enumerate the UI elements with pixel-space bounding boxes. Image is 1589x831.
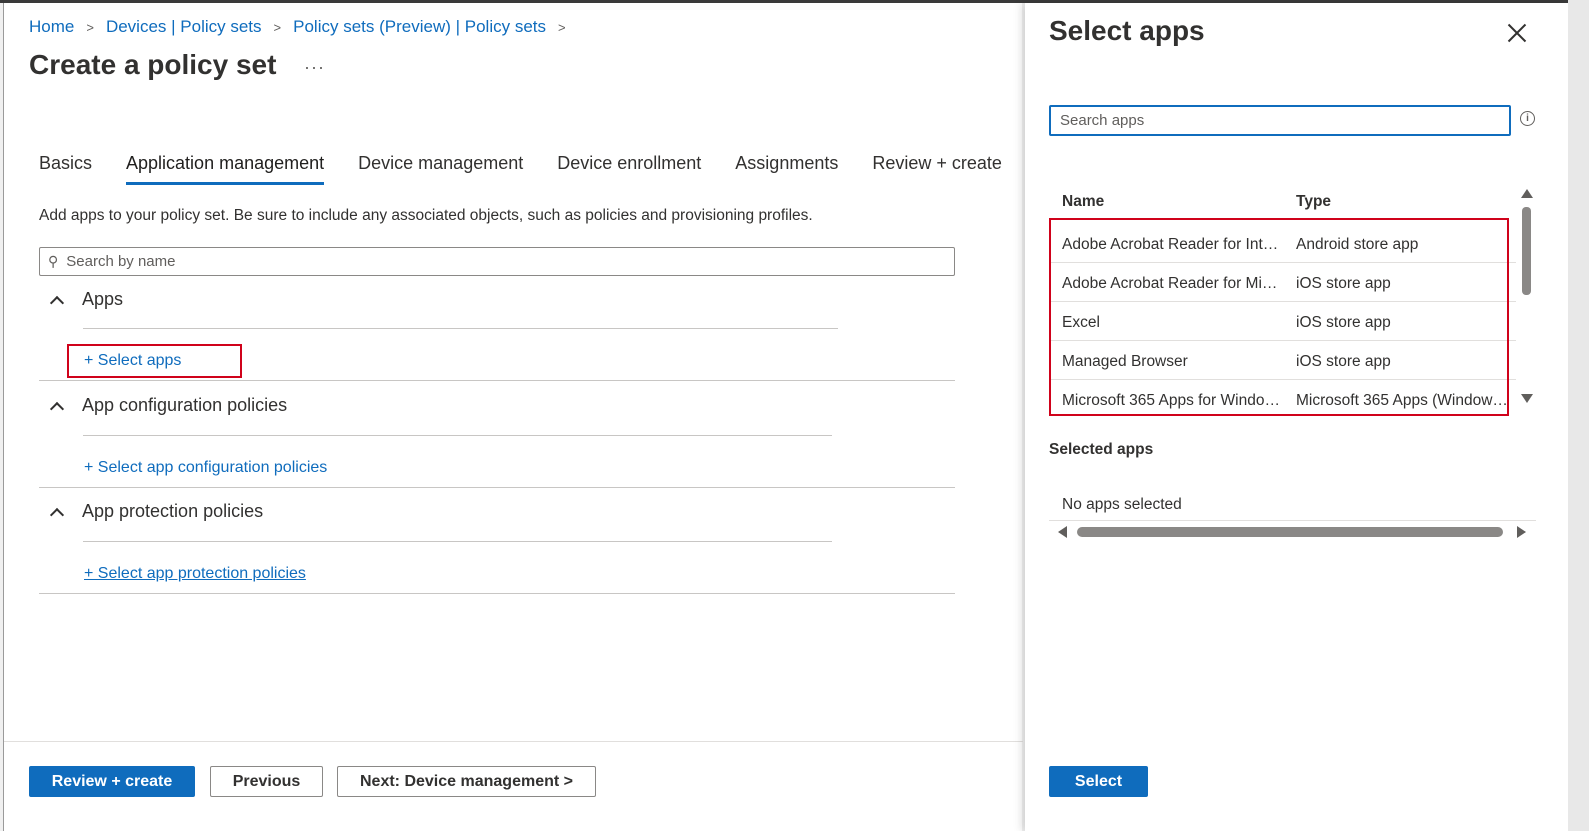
tab-assignments[interactable]: Assignments [735,153,838,185]
section-app-config-header[interactable]: App configuration policies [49,395,288,416]
search-icon: ⚲ [48,253,59,269]
search-apps-field [1049,105,1511,136]
breadcrumb-policy-sets-preview[interactable]: Policy sets (Preview) | Policy sets [293,17,546,37]
section-apps-header[interactable]: Apps [49,289,124,310]
selected-apps-heading: Selected apps [1049,441,1154,458]
breadcrumb-separator-icon: > [558,19,566,35]
chevron-up-icon [49,295,65,310]
close-icon[interactable] [1507,23,1527,43]
section-app-protection-header[interactable]: App protection policies [49,501,264,522]
tab-basics[interactable]: Basics [39,153,92,185]
section-app-protection-title: App protection policies [82,501,264,521]
breadcrumb-separator-icon: > [86,19,94,35]
divider [39,487,955,488]
divider [83,328,838,329]
search-by-name-input[interactable] [66,253,927,270]
tab-device-enrollment[interactable]: Device enrollment [557,153,701,185]
panel-title: Select apps [1049,15,1205,46]
divider [39,593,955,594]
search-apps-input[interactable] [1060,112,1500,129]
tab-description: Add apps to your policy set. Be sure to … [39,207,813,224]
breadcrumb-devices-policy-sets[interactable]: Devices | Policy sets [106,17,262,37]
breadcrumb: Home > Devices | Policy sets > Policy se… [29,17,578,37]
vertical-scrollbar-thumb[interactable] [1522,207,1531,295]
scroll-right-icon[interactable] [1517,526,1526,538]
breadcrumb-separator-icon: > [273,19,282,35]
wizard-tabs: Basics Application management Device man… [39,153,1036,185]
select-app-protection-policies-link[interactable]: + Select app protection policies [84,565,306,583]
breadcrumb-home[interactable]: Home [29,17,74,37]
chevron-up-icon [49,401,65,416]
divider [83,435,832,436]
divider [39,380,955,381]
window-right-edge [1568,0,1589,831]
tab-review-create[interactable]: Review + create [872,153,1002,185]
tab-device-management[interactable]: Device management [358,153,523,185]
tab-application-management[interactable]: Application management [126,153,325,185]
select-button[interactable]: Select [1049,766,1148,797]
section-apps-title: Apps [82,289,124,309]
scroll-left-icon[interactable] [1058,526,1067,538]
column-header-type[interactable]: Type [1296,193,1331,211]
divider [1049,520,1536,521]
more-options-icon[interactable]: ··· [304,57,325,78]
next-device-management-button[interactable]: Next: Device management > [337,766,596,797]
highlight-box [67,344,242,378]
chevron-up-icon [49,507,65,522]
horizontal-scrollbar-thumb[interactable] [1077,527,1503,537]
section-app-config-title: App configuration policies [82,395,288,415]
scroll-up-icon[interactable] [1521,189,1533,198]
search-by-name-field: ⚲ [39,247,955,276]
column-header-name[interactable]: Name [1062,193,1104,211]
footer-divider [4,741,1023,742]
info-icon[interactable]: i [1520,111,1535,126]
page-title: Create a policy set [29,49,277,80]
highlight-box [1049,218,1509,416]
previous-button[interactable]: Previous [210,766,323,797]
review-create-button[interactable]: Review + create [29,766,195,797]
scroll-down-icon[interactable] [1521,394,1533,403]
select-apps-panel: Select apps i Name Type Adobe Acrobat Re… [1025,3,1568,831]
select-app-config-policies-link[interactable]: + Select app configuration policies [84,459,327,477]
divider [83,541,832,542]
no-apps-selected-text: No apps selected [1062,496,1182,513]
policy-set-wizard: Home > Devices | Policy sets > Policy se… [3,3,1023,831]
